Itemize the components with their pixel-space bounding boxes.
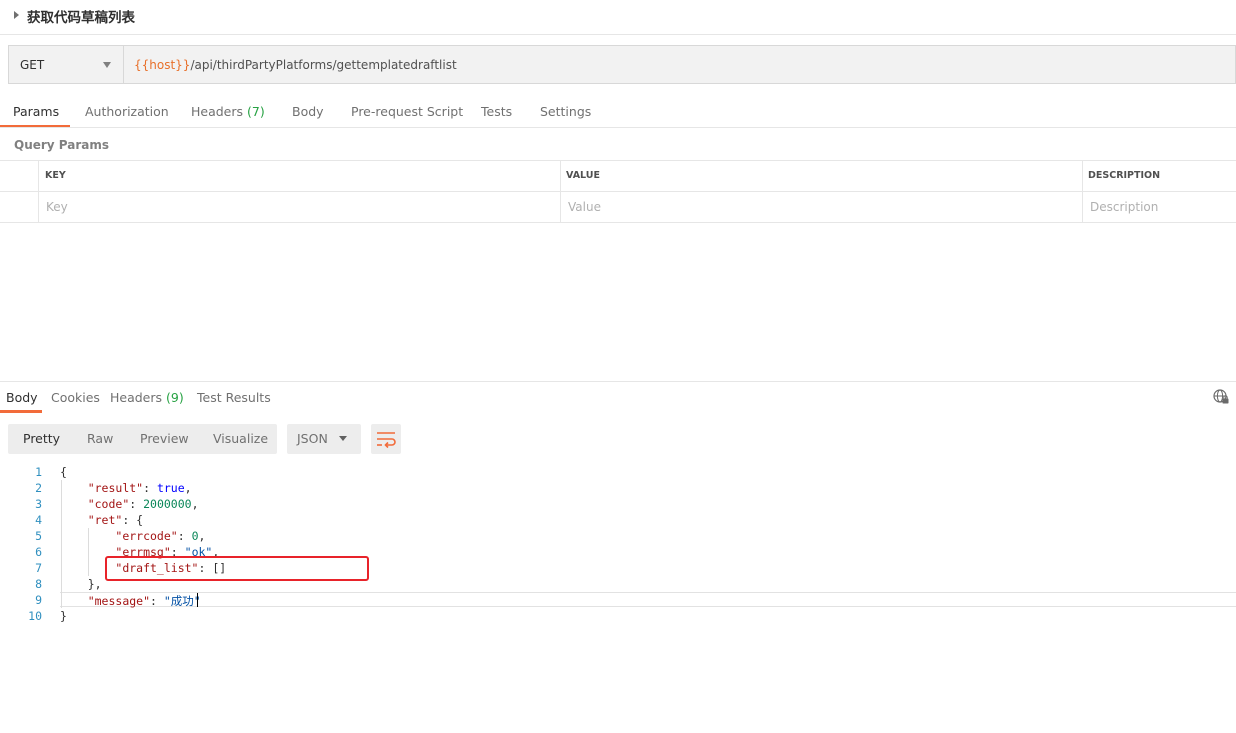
tab-response-headers[interactable]: Headers (9) <box>110 390 184 405</box>
current-line-highlight <box>60 592 1236 607</box>
text-cursor <box>197 593 198 607</box>
code-line: "ret": { <box>60 513 143 527</box>
line-number: 8 <box>35 577 42 591</box>
code-token: "成功" <box>163 594 201 608</box>
query-params-label: Query Params <box>14 138 110 152</box>
url-variable: {{host}} <box>134 58 191 72</box>
code-line: "result": true, <box>60 481 192 495</box>
code-token: "ret" <box>87 513 123 527</box>
table-border <box>38 160 39 222</box>
wrap-lines-button[interactable] <box>371 424 401 454</box>
column-header-description: DESCRIPTION <box>1088 170 1161 181</box>
line-number: 10 <box>28 609 42 623</box>
code-token: : { <box>122 513 144 527</box>
tab-response-cookies[interactable]: Cookies <box>51 390 100 405</box>
response-headers-count: (9) <box>166 390 184 405</box>
tab-tests[interactable]: Tests <box>481 104 512 119</box>
table-border <box>560 160 561 222</box>
line-number: 1 <box>35 465 42 479</box>
tab-headers[interactable]: Headers (7) <box>191 104 265 119</box>
line-number: 6 <box>35 545 42 559</box>
view-raw-button[interactable]: Raw <box>87 431 113 446</box>
pane-divider[interactable] <box>0 381 1236 382</box>
code-token: 0 <box>191 529 199 543</box>
highlight-box-draft-list <box>105 556 369 581</box>
tab-response-body[interactable]: Body <box>6 390 38 405</box>
line-number: 4 <box>35 513 42 527</box>
url-text: {{host}}/api/thirdPartyPlatforms/gettemp… <box>134 58 457 72</box>
code-token: "message" <box>87 594 151 608</box>
description-input[interactable]: Description <box>1090 200 1158 214</box>
request-title[interactable]: 获取代码草稿列表 <box>27 6 135 26</box>
table-border <box>0 222 1236 223</box>
chevron-down-icon[interactable] <box>103 62 111 68</box>
code-token: }, <box>60 577 102 591</box>
code-token: : <box>150 594 164 608</box>
format-label: JSON <box>297 431 328 446</box>
code-line: "errcode": 0, <box>60 529 205 543</box>
code-line: }, <box>60 577 102 591</box>
code-token: "errcode" <box>115 529 178 543</box>
line-number: 5 <box>35 529 42 543</box>
request-title-row[interactable]: 获取代码草稿列表 <box>0 0 1236 32</box>
line-number: 9 <box>35 593 42 607</box>
table-border <box>0 160 1236 161</box>
code-token: : <box>129 497 144 511</box>
view-visualize-button[interactable]: Visualize <box>213 431 268 446</box>
line-number: 2 <box>35 481 42 495</box>
tab-pre-request-script[interactable]: Pre-request Script <box>351 104 463 119</box>
view-pretty-button[interactable]: Pretty <box>23 431 60 446</box>
code-token: : <box>177 529 192 543</box>
code-line: "code": 2000000, <box>60 497 199 511</box>
caret-right-icon[interactable] <box>14 11 19 19</box>
code-token: true <box>156 481 185 495</box>
code-token: 2000000 <box>143 497 192 511</box>
method-label: GET <box>20 58 45 72</box>
code-token: , <box>198 529 206 543</box>
key-input[interactable]: Key <box>46 200 68 214</box>
line-number: 3 <box>35 497 42 511</box>
value-input[interactable]: Value <box>568 200 601 214</box>
tab-params[interactable]: Params <box>13 104 59 119</box>
code-line: } <box>60 609 67 623</box>
code-token: : <box>143 481 157 495</box>
column-header-key: KEY <box>45 170 66 181</box>
tab-test-results[interactable]: Test Results <box>197 390 271 405</box>
divider <box>0 34 1236 35</box>
table-border <box>0 191 1236 192</box>
code-line: "message": "成功" <box>60 593 201 609</box>
url-path: /api/thirdPartyPlatforms/gettemplatedraf… <box>190 58 457 72</box>
tab-settings[interactable]: Settings <box>540 104 591 119</box>
code-line: { <box>60 465 67 479</box>
globe-lock-icon[interactable] <box>1213 389 1229 405</box>
code-token: "result" <box>87 481 144 495</box>
tab-body[interactable]: Body <box>292 104 324 119</box>
code-token: , <box>191 497 199 511</box>
column-header-value: VALUE <box>566 170 600 181</box>
active-response-tab-indicator <box>0 410 42 413</box>
code-token: } <box>60 609 67 623</box>
divider <box>0 127 1236 128</box>
code-token: { <box>60 465 67 479</box>
chevron-down-icon[interactable] <box>339 436 347 441</box>
line-number: 7 <box>35 561 42 575</box>
code-token: "code" <box>87 497 130 511</box>
code-token: , <box>184 481 192 495</box>
tab-authorization[interactable]: Authorization <box>85 104 169 119</box>
view-preview-button[interactable]: Preview <box>140 431 189 446</box>
table-border <box>1082 160 1083 222</box>
headers-count: (7) <box>247 104 265 119</box>
wrap-lines-icon <box>377 432 396 449</box>
